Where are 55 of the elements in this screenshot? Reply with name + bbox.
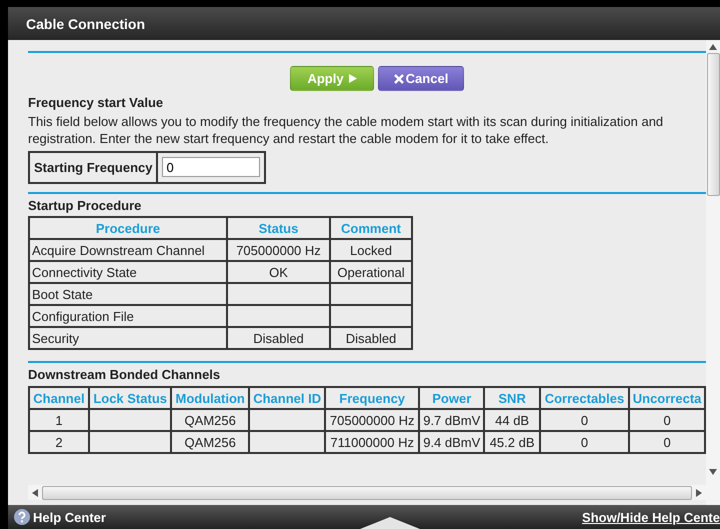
cancel-button[interactable]: Cancel (378, 66, 464, 91)
window-title: Cable Connection (26, 16, 146, 32)
table-cell: 711000000 Hz (325, 431, 420, 453)
help-center-link[interactable]: Help Center (14, 509, 106, 525)
table-cell: 9.4 dBmV (419, 431, 484, 453)
column-header: Uncorrecta (629, 387, 705, 409)
field-label: Starting Frequency (30, 153, 158, 182)
table-cell: QAM256 (171, 409, 249, 431)
column-header: Correctables (540, 387, 630, 409)
description-text: This field below allows you to modify the frequency the cable modem start with its scan during initialization and registration. Enter the new start frequency and restart the cable modem for it to take effect. (28, 113, 664, 147)
horizontal-scrollbar[interactable] (28, 485, 706, 500)
column-header: Procedure (29, 217, 227, 239)
column-header: Channel (29, 387, 89, 409)
section-heading: Startup Procedure (28, 198, 142, 213)
table-cell: 9.7 dBmV (419, 409, 484, 431)
column-header: Comment (330, 217, 412, 239)
table-cell: Connectivity State (29, 261, 227, 283)
table-cell: Operational (330, 261, 412, 283)
table-cell: 0 (540, 431, 630, 453)
column-header: Channel ID (248, 387, 326, 409)
close-icon (394, 74, 404, 84)
up-arrow-icon (709, 44, 717, 50)
table-cell: Disabled (330, 327, 412, 349)
column-header: Frequency (325, 387, 420, 409)
right-arrow-icon (696, 488, 702, 496)
section-heading: Frequency start Value (28, 95, 164, 110)
column-header: Status (227, 217, 330, 239)
show-hide-help-link[interactable]: Show/Hide Help Cente (582, 510, 720, 524)
table-cell: Security (29, 327, 227, 349)
table-cell: Locked (330, 239, 412, 261)
table-cell: 2 (29, 431, 89, 453)
column-header: SNR (484, 387, 540, 409)
table-cell: 705000000 Hz (227, 239, 330, 261)
table-cell: 0 (540, 409, 630, 431)
table-cell: OK (227, 261, 330, 283)
help-icon (14, 509, 30, 525)
table-cell: 45.2 dB (484, 431, 540, 453)
table-cell: Acquire Downstream Channel (29, 239, 227, 261)
column-header: Lock Status (88, 387, 172, 409)
vertical-scrollbar[interactable] (706, 40, 720, 505)
expand-tab-icon[interactable] (360, 517, 420, 529)
table-cell: QAM256 (171, 431, 249, 453)
table-cell: Disabled (227, 327, 330, 349)
table-cell: 44 dB (484, 409, 540, 431)
column-header: Modulation (171, 387, 249, 409)
section-heading: Downstream Bonded Channels (28, 367, 222, 382)
play-icon (348, 74, 357, 83)
left-arrow-icon (32, 488, 38, 496)
input-field[interactable]: 0 (162, 157, 260, 177)
table-cell: 1 (29, 409, 89, 431)
table-cell: Boot State (29, 283, 227, 305)
column-header: Power (419, 387, 484, 409)
down-arrow-icon (709, 469, 717, 475)
table-cell: Configuration File (29, 305, 227, 327)
table-cell: 705000000 Hz (325, 409, 420, 431)
